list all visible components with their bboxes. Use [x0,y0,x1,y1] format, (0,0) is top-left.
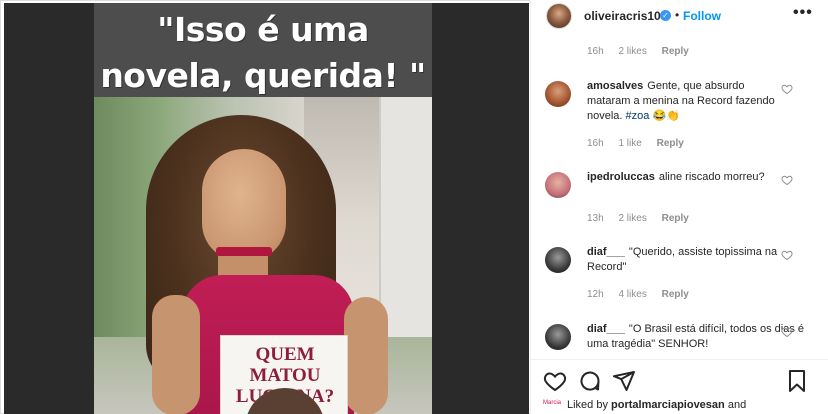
avatar[interactable] [545,81,571,107]
heart-icon[interactable] [781,174,793,186]
comment-username[interactable]: amosalves [587,80,643,92]
actions-divider [531,359,828,360]
avatar[interactable] [545,324,571,350]
reply-button[interactable]: Reply [662,289,689,300]
comment-meta: 16h 2 likes Reply [587,46,701,57]
comment-likes[interactable]: 4 likes [618,289,646,300]
comment-time: 16h [587,138,604,149]
comment-time: 13h [587,213,604,224]
comments-panel: oliveiracris10 ✓ • Follow ••• 16h 2 like… [530,0,828,414]
story-photo: QUEM MATOU LUCIANA? [94,97,432,414]
photo-choker [216,247,272,256]
share-icon[interactable] [612,369,636,393]
comment-time: 16h [587,46,604,57]
post-header: oliveiracris10 ✓ • Follow ••• [531,0,828,32]
photo-sign: QUEM MATOU LUCIANA? [220,335,348,414]
bookmark-icon[interactable] [785,369,809,393]
photo-arm-right [344,297,388,414]
liked-by: Marcia Liked by portalmarciapiovesan and [543,399,746,411]
reply-button[interactable]: Reply [662,213,689,224]
comment-username[interactable]: diaf___ [587,246,625,258]
liked-by-avatar[interactable]: Marcia [543,400,561,410]
story-caption-line2: novela, querida! " [100,56,426,95]
comment-meta: 16h 1 like Reply [587,138,696,149]
comment-hashtag[interactable]: #zoa [626,110,650,122]
liked-by-prefix: Liked by [567,399,608,411]
avatar[interactable] [545,247,571,273]
heart-icon[interactable] [781,249,793,261]
post-actions [531,366,828,398]
sign-line1: QUEM MATOU [249,344,321,386]
story-caption: "Isso é uma novela, querida! " [94,7,432,99]
photo-face [202,149,286,261]
avatar[interactable] [545,172,571,198]
post-media[interactable]: "Isso é uma novela, querida! " QUEM MATO… [4,3,529,414]
follow-button[interactable]: Follow [683,9,721,23]
comment-text: ipedroluccas aline riscado morreu? [587,170,787,185]
media-letterbox-left [4,3,94,414]
comment-emoji: 😂👏 [652,110,680,122]
photo-arm-left [152,295,200,414]
more-options-icon[interactable]: ••• [793,4,813,22]
avatar[interactable] [546,3,572,29]
reply-button[interactable]: Reply [662,46,689,57]
comment-text: amosalves Gente, que absurdo mataram a me… [587,79,787,124]
comment-likes[interactable]: 2 likes [618,213,646,224]
comment-icon[interactable] [578,369,602,393]
reply-button[interactable]: Reply [657,138,684,149]
media-letterbox-right [432,3,529,414]
header-separator: • [675,8,680,22]
verified-badge-icon: ✓ [660,10,671,21]
heart-icon[interactable] [543,369,567,393]
liked-by-suffix: and [727,399,747,411]
header-username[interactable]: oliveiracris10 [584,9,661,23]
heart-icon[interactable] [781,83,793,95]
comment-text: diaf___ "Querido, assiste topissima na Re… [587,245,787,275]
comment-likes[interactable]: 1 like [618,138,641,149]
comment-meta: 13h 2 likes Reply [587,213,701,224]
comment-username[interactable]: diaf___ [587,323,625,335]
comment-time: 12h [587,289,604,300]
heart-icon[interactable] [781,326,793,338]
comment-body: aline riscado morreu? [658,171,765,183]
comment-likes[interactable]: 2 likes [618,46,646,57]
comment-username[interactable]: ipedroluccas [587,171,655,183]
story-image: "Isso é uma novela, querida! " QUEM MATO… [94,3,432,414]
comment-meta: 12h 4 likes Reply [587,289,701,300]
story-caption-line1: "Isso é uma [157,10,369,49]
liked-by-user[interactable]: portalmarciapiovesan [611,399,725,411]
